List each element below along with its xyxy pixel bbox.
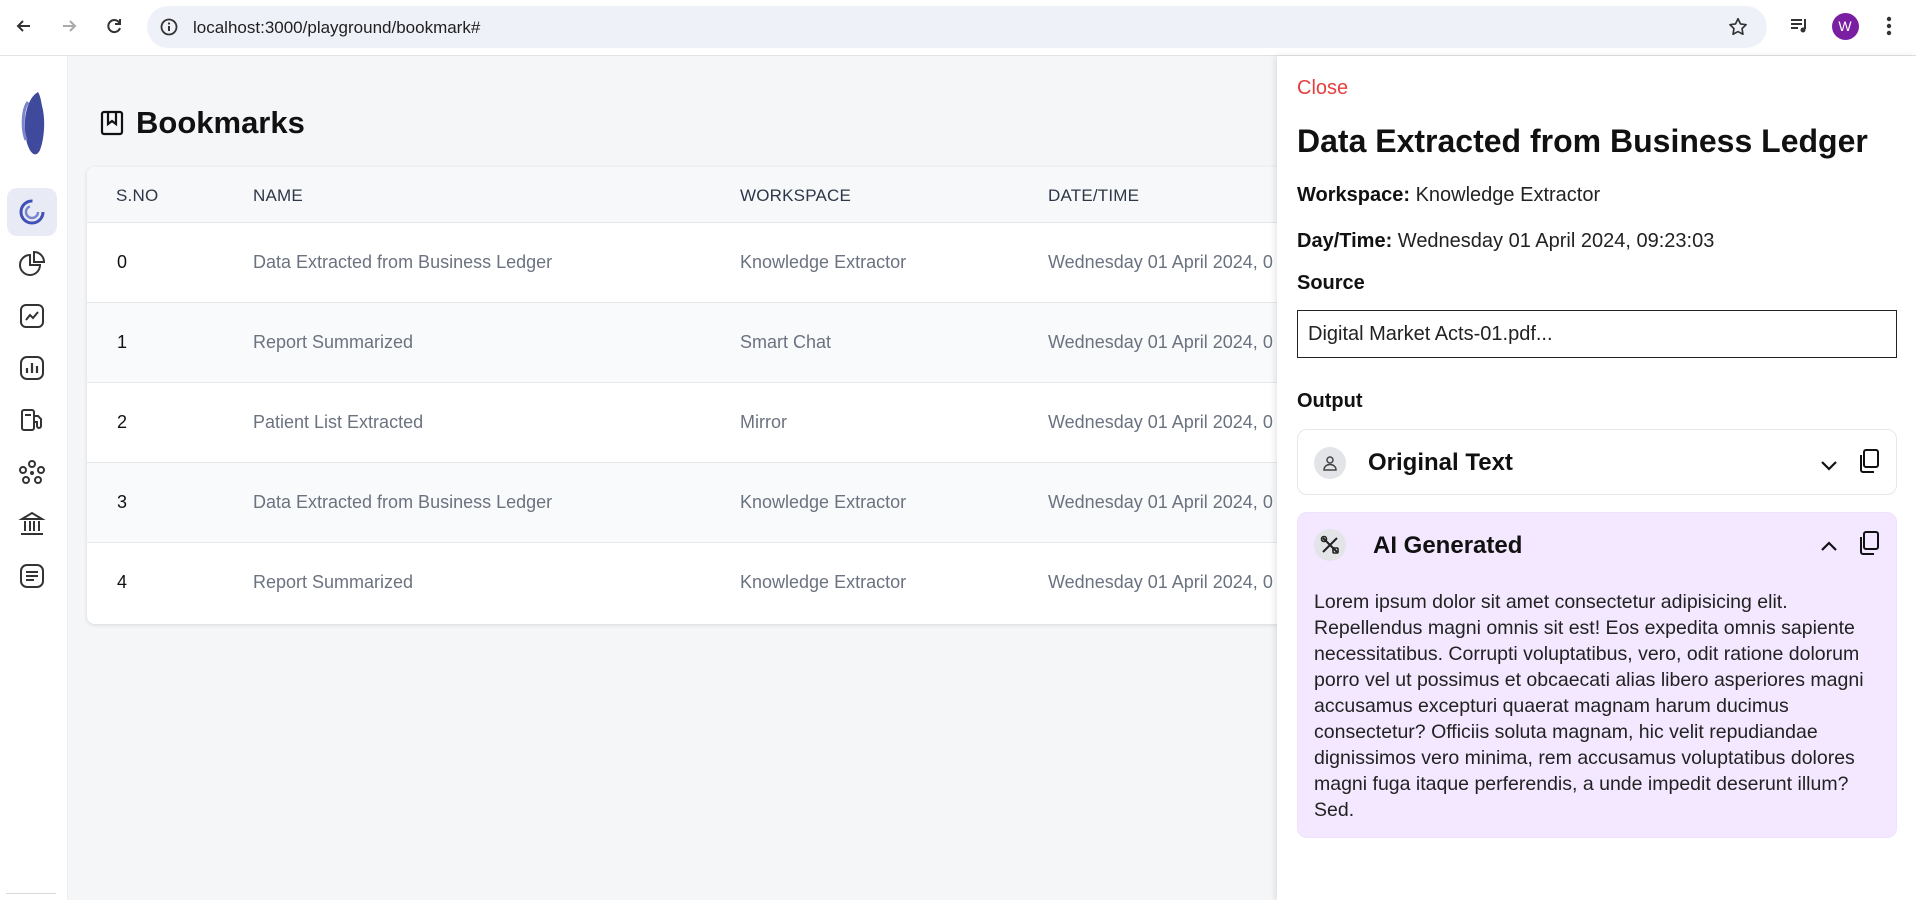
browser-toolbar: localhost:3000/playground/bookmark# W bbox=[0, 0, 1916, 56]
table-row[interactable]: 1 Report Summarized Smart Chat Wednesday… bbox=[87, 303, 1387, 383]
bookmark-detail-drawer: Close Data Extracted from Business Ledge… bbox=[1277, 56, 1916, 900]
workspace-label: Workspace: bbox=[1297, 184, 1411, 206]
dashboard-ring-icon bbox=[19, 199, 45, 225]
page-title: Bookmarks bbox=[136, 105, 305, 140]
cell-name: Data Extracted from Business Ledger bbox=[253, 492, 553, 512]
daytime-meta: Day/Time: Wednesday 01 April 2024, 09:23… bbox=[1297, 230, 1714, 253]
cell-name: Data Extracted from Business Ledger bbox=[253, 252, 553, 272]
bank-icon bbox=[18, 511, 46, 535]
bookmark-star-icon[interactable] bbox=[1727, 16, 1749, 43]
reload-icon bbox=[107, 19, 121, 34]
source-field[interactable]: Digital Market Acts-01.pdf... bbox=[1297, 310, 1897, 358]
output-label: Output bbox=[1297, 390, 1363, 412]
sidebar-item-trends[interactable] bbox=[7, 292, 57, 340]
sidebar-item-reports[interactable] bbox=[7, 344, 57, 392]
original-text-title: Original Text bbox=[1368, 449, 1513, 476]
ai-generated-title: AI Generated bbox=[1373, 532, 1523, 559]
tools-icon bbox=[1314, 529, 1346, 561]
cell-datetime: Wednesday 01 April 2024, 0 bbox=[1048, 572, 1273, 592]
chevron-down-icon[interactable] bbox=[1815, 451, 1843, 479]
kebab-menu-icon bbox=[1886, 16, 1892, 36]
cell-datetime: Wednesday 01 April 2024, 0 bbox=[1048, 492, 1273, 512]
arrow-left-icon bbox=[16, 20, 30, 32]
cell-datetime: Wednesday 01 April 2024, 0 bbox=[1048, 332, 1273, 352]
bookmarks-table: S.NO NAME WORKSPACE DATE/TIME 0 Data Ext… bbox=[87, 167, 1387, 624]
cell-sno: 1 bbox=[117, 332, 128, 352]
table-header: S.NO NAME WORKSPACE DATE/TIME bbox=[87, 167, 1387, 223]
ai-generated-accordion[interactable]: AI Generated Lorem ipsum dolor sit amet … bbox=[1297, 512, 1897, 838]
daytime-label: Day/Time: bbox=[1297, 230, 1393, 252]
app-sidebar bbox=[0, 56, 68, 900]
column-header-datetime[interactable]: DATE/TIME bbox=[1048, 186, 1139, 206]
chat-list-icon bbox=[20, 564, 44, 588]
cell-name: Patient List Extracted bbox=[253, 412, 424, 432]
address-bar[interactable]: localhost:3000/playground/bookmark# bbox=[147, 6, 1767, 48]
user-icon bbox=[1314, 447, 1346, 479]
pie-chart-icon bbox=[19, 250, 46, 276]
sidebar-item-dashboard[interactable] bbox=[7, 188, 57, 236]
queue-music-icon bbox=[1791, 19, 1806, 33]
network-icon bbox=[19, 460, 45, 484]
original-text-accordion[interactable]: Original Text bbox=[1297, 429, 1897, 495]
profile-button[interactable]: W bbox=[1830, 12, 1860, 40]
cell-sno: 3 bbox=[117, 492, 128, 512]
bookmark-icon bbox=[100, 110, 124, 136]
cell-sno: 4 bbox=[117, 572, 128, 592]
url-text: localhost:3000/playground/bookmark# bbox=[193, 18, 481, 37]
sidebar-divider bbox=[6, 893, 56, 894]
column-header-name[interactable]: NAME bbox=[253, 186, 303, 206]
chevron-up-icon[interactable] bbox=[1815, 533, 1843, 561]
cell-workspace: Smart Chat bbox=[740, 332, 832, 352]
back-button[interactable] bbox=[10, 12, 38, 40]
browser-menu-button[interactable] bbox=[1876, 12, 1902, 40]
column-header-workspace[interactable]: WORKSPACE bbox=[740, 186, 851, 206]
cell-sno: 2 bbox=[117, 412, 128, 432]
reload-button[interactable] bbox=[100, 12, 128, 40]
cell-datetime: Wednesday 01 April 2024, 0 bbox=[1048, 412, 1273, 432]
copy-icon[interactable] bbox=[1855, 529, 1883, 557]
table-row[interactable]: 3 Data Extracted from Business Ledger Kn… bbox=[87, 463, 1387, 543]
cell-datetime: Wednesday 01 April 2024, 0 bbox=[1048, 252, 1273, 272]
sidebar-item-institutions[interactable] bbox=[7, 500, 57, 548]
media-button[interactable] bbox=[1784, 12, 1814, 40]
cell-workspace: Knowledge Extractor bbox=[740, 572, 907, 592]
cell-name: Report Summarized bbox=[253, 572, 414, 592]
drawer-title: Data Extracted from Business Ledger bbox=[1297, 123, 1868, 159]
workspace-meta: Workspace: Knowledge Extractor bbox=[1297, 184, 1600, 207]
cell-sno: 0 bbox=[117, 252, 128, 272]
copy-icon[interactable] bbox=[1855, 447, 1883, 475]
source-label: Source bbox=[1297, 272, 1365, 294]
sidebar-item-chats[interactable] bbox=[7, 552, 57, 600]
fuel-pump-icon bbox=[21, 409, 42, 431]
daytime-value: Wednesday 01 April 2024, 09:23:03 bbox=[1397, 230, 1715, 252]
cell-name: Report Summarized bbox=[253, 332, 414, 352]
site-info-icon[interactable] bbox=[159, 17, 179, 42]
page-header: Bookmarks bbox=[100, 105, 305, 141]
workspace-value: Knowledge Extractor bbox=[1415, 184, 1601, 206]
sidebar-item-analytics[interactable] bbox=[7, 240, 57, 288]
app-logo[interactable] bbox=[14, 90, 54, 163]
source-value: Digital Market Acts-01.pdf... bbox=[1308, 322, 1553, 345]
avatar: W bbox=[1831, 12, 1859, 40]
table-row[interactable]: 4 Report Summarized Knowledge Extractor … bbox=[87, 543, 1387, 623]
table-row[interactable]: 0 Data Extracted from Business Ledger Kn… bbox=[87, 223, 1387, 303]
column-header-sno[interactable]: S.NO bbox=[116, 186, 158, 206]
ai-generated-text: Lorem ipsum dolor sit amet consectetur a… bbox=[1314, 591, 1864, 821]
close-button[interactable]: Close bbox=[1297, 77, 1348, 100]
arrow-right-icon bbox=[63, 20, 77, 32]
forward-button[interactable] bbox=[55, 12, 83, 40]
cell-workspace: Knowledge Extractor bbox=[740, 492, 907, 512]
sidebar-item-network[interactable] bbox=[7, 448, 57, 496]
trend-chart-icon bbox=[20, 304, 44, 328]
cell-workspace: Mirror bbox=[740, 412, 787, 432]
sidebar-item-fuel[interactable] bbox=[7, 396, 57, 444]
bar-chart-icon bbox=[20, 356, 44, 380]
cell-workspace: Knowledge Extractor bbox=[740, 252, 907, 272]
table-row[interactable]: 2 Patient List Extracted Mirror Wednesda… bbox=[87, 383, 1387, 463]
